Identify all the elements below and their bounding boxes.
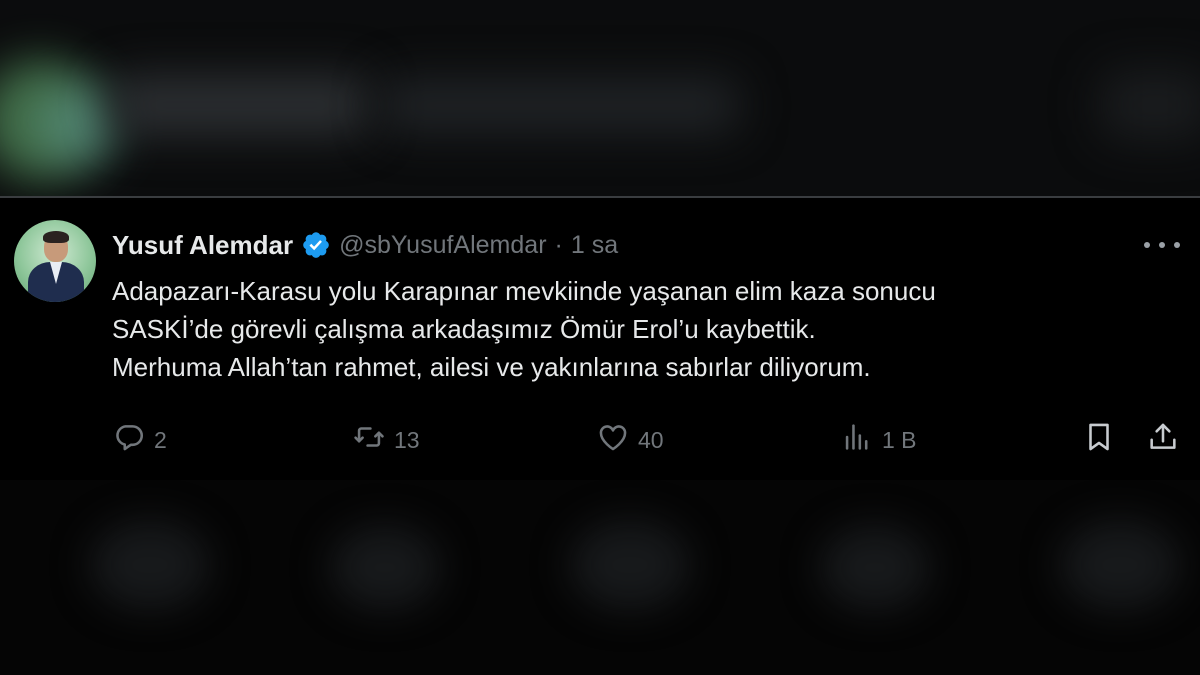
blurred-previous-tweet — [0, 0, 1200, 196]
reply-button[interactable]: 2 — [112, 420, 167, 460]
separator-dot: · — [554, 230, 563, 259]
views-button[interactable]: 1 B — [840, 420, 917, 460]
screenshot-stage: Yusuf Alemdar @sbYusufAlemdar · 1 sa Ada… — [0, 0, 1200, 675]
bookmark-icon — [1082, 420, 1116, 460]
share-icon — [1146, 420, 1180, 460]
author-handle[interactable]: @sbYusufAlemdar — [339, 231, 546, 260]
tweet-text-line: Adapazarı-Karasu yolu Karapınar mevkiind… — [112, 276, 936, 306]
view-count: 1 B — [882, 426, 917, 453]
heart-icon — [596, 420, 630, 460]
like-button[interactable]: 40 — [596, 420, 664, 460]
tweet-text: Adapazarı-Karasu yolu Karapınar mevkiind… — [112, 272, 1152, 386]
retweet-icon — [352, 420, 386, 460]
timestamp[interactable]: 1 sa — [571, 231, 618, 260]
views-icon — [840, 420, 874, 460]
blurred-next-content — [0, 480, 1200, 675]
author-name[interactable]: Yusuf Alemdar — [112, 230, 293, 261]
share-button[interactable] — [1146, 420, 1180, 460]
tweet[interactable]: Yusuf Alemdar @sbYusufAlemdar · 1 sa Ada… — [0, 198, 1200, 480]
reply-count: 2 — [154, 426, 167, 453]
bookmark-button[interactable] — [1082, 420, 1116, 460]
tweet-header: Yusuf Alemdar @sbYusufAlemdar · 1 sa — [112, 228, 618, 262]
reply-icon — [112, 420, 146, 460]
tweet-actions: 2 13 40 1 B — [112, 420, 1188, 460]
retweet-count: 13 — [394, 426, 420, 453]
tweet-text-line: SASKİ’de görevli çalışma arkadaşımız Ömü… — [112, 314, 816, 344]
tweet-text-line: Merhuma Allah’tan rahmet, ailesi ve yakı… — [112, 352, 871, 382]
avatar[interactable] — [14, 220, 96, 302]
like-count: 40 — [638, 426, 664, 453]
more-dots-icon[interactable] — [1144, 232, 1180, 258]
verified-badge-icon — [301, 230, 331, 260]
retweet-button[interactable]: 13 — [352, 420, 420, 460]
